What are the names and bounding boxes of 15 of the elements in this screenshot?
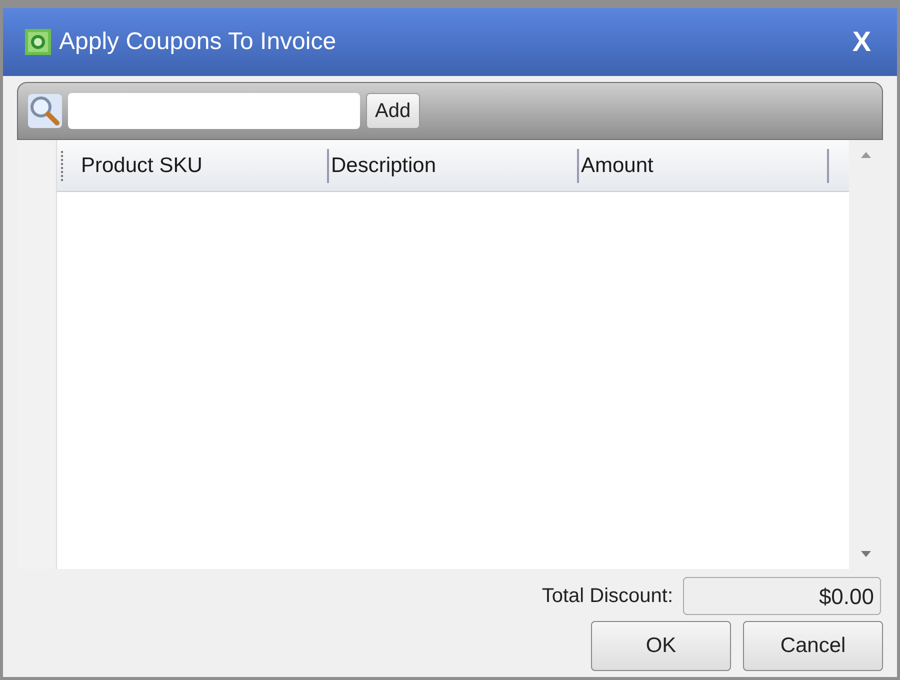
dialog-button[interactable]: Cancel [743, 621, 883, 671]
add-button[interactable]: Add [366, 93, 420, 129]
column-header[interactable]: Description [329, 150, 436, 182]
window-title: Apply Coupons To Invoice [59, 27, 336, 57]
coupon-icon [25, 29, 51, 55]
dialog-button[interactable]: OK [591, 621, 731, 671]
scroll-up-icon[interactable] [861, 152, 871, 158]
column-header[interactable]: Product SKU [79, 150, 202, 182]
total-discount-field: $0.00 [683, 577, 881, 615]
search-icon[interactable] [28, 94, 62, 128]
close-button[interactable]: X [852, 28, 871, 56]
search-field[interactable] [68, 93, 360, 129]
column-header[interactable]: Amount [579, 150, 654, 182]
scroll-down-icon[interactable] [861, 551, 871, 557]
total-discount-label: Total Discount: [542, 584, 673, 609]
